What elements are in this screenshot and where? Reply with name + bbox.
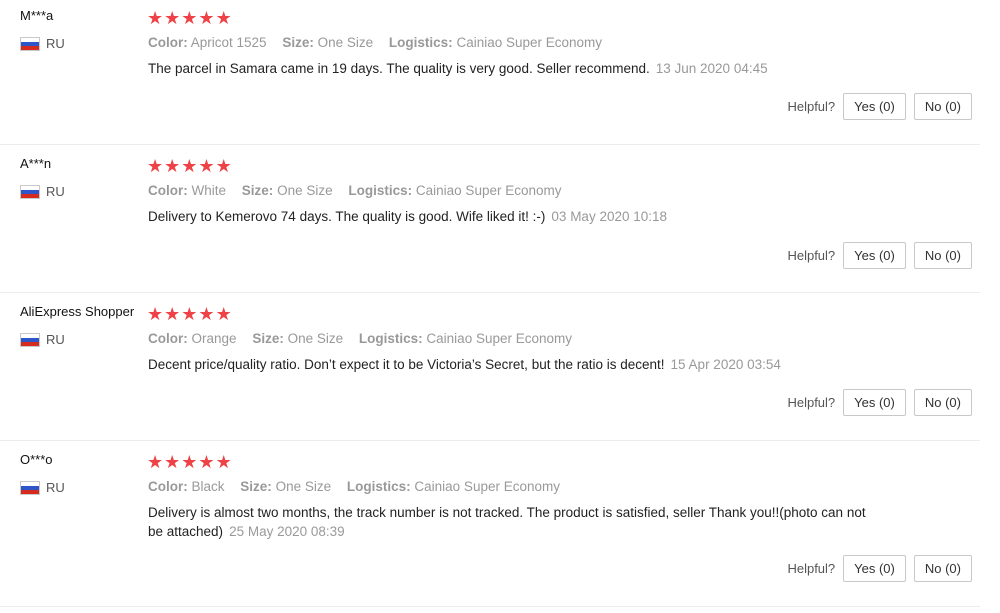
reviewer-name: A***n — [20, 156, 52, 171]
helpful-section: Helpful? Yes (0) No (0) — [787, 389, 972, 416]
review-text-block: The parcel in Samara came in 19 days. Th… — [148, 59, 878, 78]
review-attributes: Color: Black Size: One Size Logistics: C… — [148, 479, 572, 494]
star-icon: ★ — [181, 452, 198, 472]
country-code: RU — [46, 480, 65, 495]
helpful-section: Helpful? Yes (0) No (0) — [787, 242, 972, 269]
review-text: Decent price/quality ratio. Don’t expect… — [148, 357, 665, 372]
logistics-label: Logistics: — [388, 35, 453, 50]
helpful-yes-button[interactable]: Yes (0) — [843, 242, 906, 269]
logistics-label: Logistics: — [358, 331, 423, 346]
star-icon: ★ — [147, 156, 164, 176]
size-label: Size: — [240, 479, 272, 494]
reviewer-name: M***a — [20, 8, 54, 23]
size-value: One Size — [277, 183, 333, 198]
review-item: A***n RU ★ ★ ★ ★ ★ Color: White Size: One Si… — [0, 148, 980, 293]
size-value: One Size — [275, 479, 332, 494]
russia-flag-icon — [20, 332, 40, 347]
reviewer-country: RU — [20, 332, 65, 347]
review-text-block: Delivery is almost two months, the track… — [148, 503, 878, 541]
size-value: One Size — [317, 35, 374, 50]
star-rating: ★ ★ ★ ★ ★ — [147, 157, 232, 175]
star-icon: ★ — [147, 8, 164, 28]
logistics-label: Logistics: — [346, 479, 411, 494]
review-text-block: Delivery to Kemerovo 74 days. The qualit… — [148, 207, 878, 226]
helpful-no-button[interactable]: No (0) — [913, 242, 972, 269]
star-icon: ★ — [164, 156, 181, 176]
review-date: 25 May 2020 08:39 — [229, 524, 345, 539]
color-label: Color: — [148, 479, 188, 494]
logistics-value: Cainiao Super Economy — [414, 479, 560, 494]
helpful-label: Helpful? — [787, 395, 836, 410]
country-code: RU — [46, 184, 65, 199]
review-item: M***a RU ★ ★ ★ ★ ★ Color: Apricot 1525 Size:… — [0, 0, 980, 145]
country-code: RU — [46, 36, 65, 51]
review-item: AliExpress Shopper RU ★ ★ ★ ★ ★ Color: Orang… — [0, 296, 980, 441]
star-icon: ★ — [147, 452, 164, 472]
helpful-section: Helpful? Yes (0) No (0) — [787, 93, 972, 120]
star-icon: ★ — [215, 304, 232, 324]
russia-flag-icon — [20, 480, 40, 495]
helpful-yes-button[interactable]: Yes (0) — [843, 93, 906, 120]
star-icon: ★ — [164, 8, 181, 28]
review-attributes: Color: Orange Size: One Size Logistics: … — [148, 331, 584, 346]
reviewer-country: RU — [20, 184, 65, 199]
star-icon: ★ — [198, 304, 215, 324]
star-icon: ★ — [215, 8, 232, 28]
reviewer-country: RU — [20, 480, 65, 495]
review-text: Delivery to Kemerovo 74 days. The qualit… — [148, 209, 546, 224]
star-icon: ★ — [181, 8, 198, 28]
helpful-label: Helpful? — [787, 99, 836, 114]
helpful-label: Helpful? — [787, 561, 836, 576]
helpful-no-button[interactable]: No (0) — [913, 555, 972, 582]
size-value: One Size — [287, 331, 344, 346]
star-icon: ★ — [198, 452, 215, 472]
size-label: Size: — [282, 35, 314, 50]
color-value: Black — [191, 479, 225, 494]
logistics-value: Cainiao Super Economy — [426, 331, 573, 346]
color-label: Color: — [148, 331, 188, 346]
size-label: Size: — [241, 183, 274, 198]
color-value: White — [191, 183, 227, 198]
review-attributes: Color: White Size: One Size Logistics: C… — [148, 183, 574, 198]
review-text: The parcel in Samara came in 19 days. Th… — [148, 61, 650, 76]
review-text-block: Decent price/quality ratio. Don’t expect… — [148, 355, 878, 374]
star-icon: ★ — [198, 156, 215, 176]
helpful-section: Helpful? Yes (0) No (0) — [787, 555, 972, 582]
star-rating: ★ ★ ★ ★ ★ — [147, 305, 232, 323]
review-date: 15 Apr 2020 03:54 — [670, 357, 781, 372]
star-icon: ★ — [164, 304, 181, 324]
reviewer-name: O***o — [20, 452, 53, 467]
size-label: Size: — [252, 331, 284, 346]
russia-flag-icon — [20, 36, 40, 51]
helpful-no-button[interactable]: No (0) — [913, 389, 972, 416]
helpful-yes-button[interactable]: Yes (0) — [843, 555, 906, 582]
review-attributes: Color: Apricot 1525 Size: One Size Logis… — [148, 35, 614, 50]
star-rating: ★ ★ ★ ★ ★ — [147, 9, 232, 27]
review-item: O***o RU ★ ★ ★ ★ ★ Color: Black Size: One Si… — [0, 444, 980, 607]
review-date: 13 Jun 2020 04:45 — [655, 61, 768, 76]
country-code: RU — [46, 332, 65, 347]
review-date: 03 May 2020 10:18 — [551, 209, 668, 224]
russia-flag-icon — [20, 184, 40, 199]
star-icon: ★ — [164, 452, 181, 472]
reviewer-country: RU — [20, 36, 65, 51]
logistics-value: Cainiao Super Economy — [456, 35, 603, 50]
reviewer-name: AliExpress Shopper — [20, 304, 135, 319]
helpful-no-button[interactable]: No (0) — [913, 93, 972, 120]
star-rating: ★ ★ ★ ★ ★ — [147, 453, 232, 471]
helpful-label: Helpful? — [787, 248, 836, 263]
star-icon: ★ — [181, 304, 198, 324]
color-label: Color: — [148, 183, 188, 198]
star-icon: ★ — [147, 304, 164, 324]
star-icon: ★ — [181, 156, 198, 176]
logistics-label: Logistics: — [348, 183, 413, 198]
star-icon: ★ — [215, 452, 232, 472]
color-value: Orange — [191, 331, 237, 346]
color-value: Apricot 1525 — [190, 35, 267, 50]
logistics-value: Cainiao Super Economy — [415, 183, 562, 198]
star-icon: ★ — [198, 8, 215, 28]
star-icon: ★ — [215, 156, 232, 176]
color-label: Color: — [148, 35, 188, 50]
helpful-yes-button[interactable]: Yes (0) — [843, 389, 906, 416]
